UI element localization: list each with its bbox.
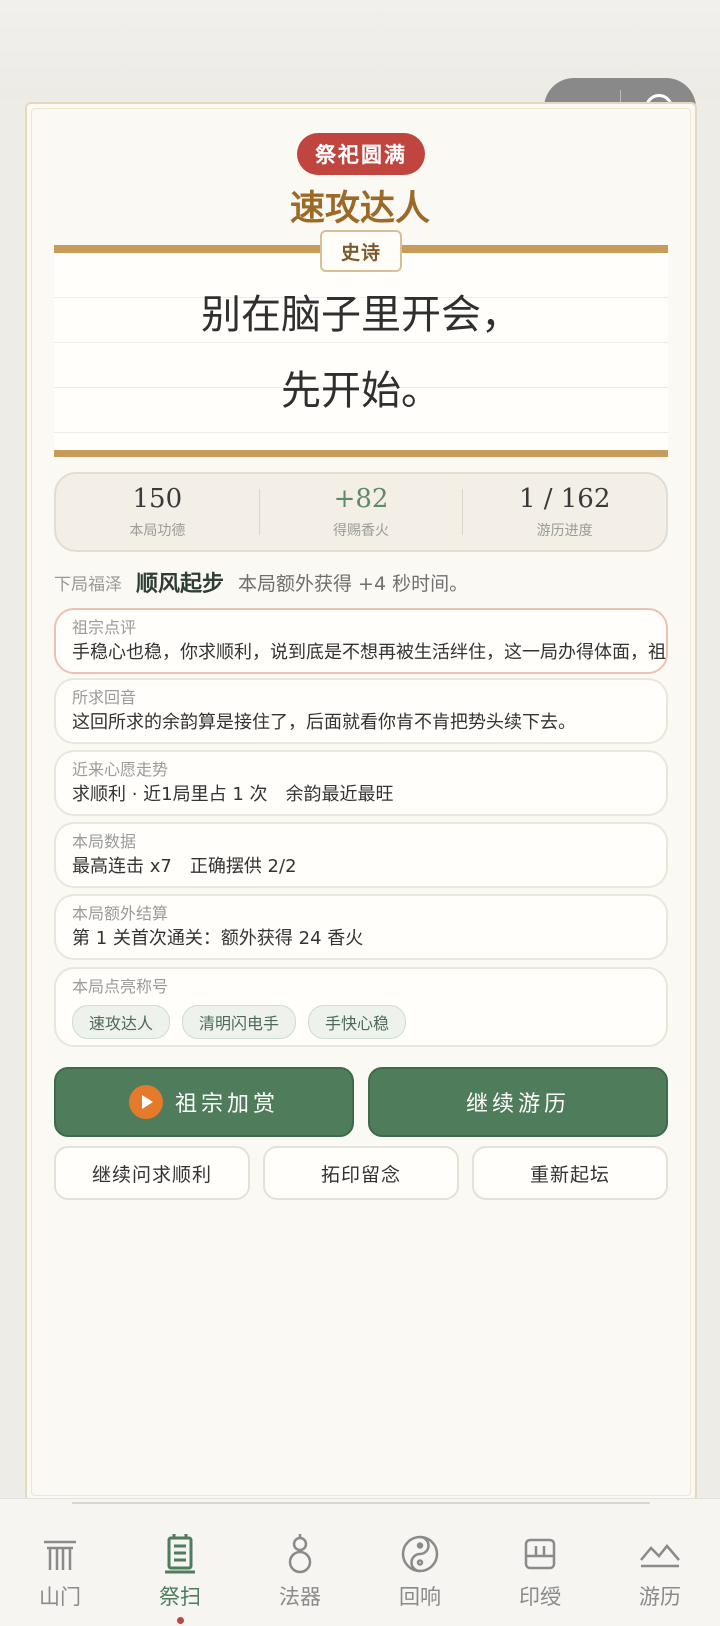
wish-trend-card: 近来心愿走势 求顺利 · 近1局里占 1 次 余韵最近最旺	[54, 750, 668, 816]
tab-label: 法器	[279, 1585, 321, 1609]
title-chip: 清明闪电手	[182, 1005, 297, 1039]
tab-gate[interactable]: 山门	[10, 1529, 110, 1611]
ancestor-reward-button[interactable]: 祖宗加赏	[54, 1067, 354, 1137]
mountain-icon	[610, 1529, 710, 1579]
stat-label: 得赐香火	[333, 523, 389, 539]
card-label: 本局数据	[72, 832, 137, 851]
yinyang-icon	[370, 1529, 470, 1579]
card-label: 所求回音	[72, 688, 137, 707]
stat-label: 本局功德	[129, 523, 186, 539]
card-label: 祖宗点评	[72, 618, 137, 637]
tablet-icon	[130, 1529, 230, 1579]
title-chip: 手快心稳	[308, 1005, 407, 1039]
tab-artifacts[interactable]: 法器	[250, 1529, 350, 1611]
card-text: 求顺利 · 近1局里占 1 次 余韵最近最旺	[72, 784, 394, 805]
blessing-name: 顺风起步	[136, 572, 225, 597]
play-icon	[128, 1085, 163, 1119]
bottom-tab-bar: 山门 祭扫 法器 回响 印绶 游历	[0, 1498, 720, 1626]
tab-echo[interactable]: 回响	[370, 1529, 470, 1611]
card-text: 手稳心也稳，你求顺利，说到底是不想再被生活绊住，这一局办得体面，祖宗也替你高兴。	[72, 642, 666, 663]
round-data-card: 本局数据 最高连击 x7 正确摆供 2/2	[54, 822, 668, 888]
continue-travel-button[interactable]: 继续游历	[368, 1067, 668, 1137]
title-chip: 速攻达人	[72, 1005, 171, 1039]
stat-progress: 1 / 162 游历进度	[463, 484, 666, 540]
status-badge: 祭祀圆满	[297, 133, 425, 175]
blessing-key: 下局福泽	[54, 574, 122, 595]
stat-value: +82	[333, 484, 389, 514]
extra-settlement-card: 本局额外结算 第 1 关首次通关：额外获得 24 香火	[54, 894, 668, 960]
seal-icon	[490, 1529, 590, 1579]
gate-icon	[10, 1529, 110, 1579]
blessing-desc: 本局额外获得 +4 秒时间。	[238, 572, 469, 595]
tab-label: 印绶	[519, 1585, 561, 1609]
card-text: 第 1 关首次通关：额外获得 24 香火	[72, 928, 364, 949]
quote-panel	[54, 245, 668, 457]
rubbing-keepsake-button[interactable]: 拓印留念	[263, 1146, 459, 1200]
achievement-title: 速攻达人	[289, 188, 430, 229]
tab-seal[interactable]: 印绶	[490, 1529, 590, 1611]
card-label: 本局额外结算	[72, 904, 169, 923]
card-label: 近来心愿走势	[72, 760, 169, 779]
card-label: 本局点亮称号	[72, 977, 169, 996]
tab-label: 祭扫	[159, 1585, 201, 1609]
tab-sweep[interactable]: 祭扫	[130, 1529, 230, 1624]
active-dot	[176, 1617, 184, 1624]
stat-label: 游历进度	[536, 523, 593, 539]
ancestor-review-card: 祖宗点评 手稳心也稳，你求顺利，说到底是不想再被生活绊住，这一局办得体面，祖宗也…	[54, 608, 668, 674]
tab-label: 游历	[639, 1585, 681, 1609]
continue-ask-button[interactable]: 继续问求顺利	[54, 1146, 250, 1200]
wish-echo-card: 所求回音 这回所求的余韵算是接住了，后面就看你肯不肯把势头续下去。	[54, 678, 668, 744]
tab-label: 回响	[399, 1585, 441, 1609]
stat-value: 150	[132, 484, 183, 514]
tab-label: 山门	[39, 1585, 81, 1609]
stat-incense: +82 得赐香火	[260, 484, 463, 540]
stats-bar: 150 本局功德 +82 得赐香火 1 / 162 游历进度	[54, 472, 668, 552]
next-round-blessing: 下局福泽 顺风起步 本局额外获得 +4 秒时间。	[54, 567, 694, 597]
stat-merit: 150 本局功德	[56, 484, 259, 540]
quote-line-2: 先开始。	[281, 368, 441, 414]
quote-line-1: 别在脑子里开会，	[201, 292, 521, 338]
stat-value: 1 / 162	[518, 484, 611, 514]
rarity-tag: 史诗	[320, 230, 402, 272]
button-label: 继续游历	[465, 1092, 570, 1117]
card-text: 最高连击 x7 正确摆供 2/2	[72, 856, 297, 877]
tab-travel[interactable]: 游历	[610, 1529, 710, 1611]
gourd-icon	[250, 1529, 350, 1579]
titles-card: 本局点亮称号 速攻达人 清明闪电手 手快心稳	[54, 967, 668, 1047]
button-label: 祖宗加赏	[174, 1092, 279, 1117]
card-text: 这回所求的余韵算是接住了，后面就看你肯不肯把势头续下去。	[72, 712, 576, 733]
restart-altar-button[interactable]: 重新起坛	[472, 1146, 668, 1200]
